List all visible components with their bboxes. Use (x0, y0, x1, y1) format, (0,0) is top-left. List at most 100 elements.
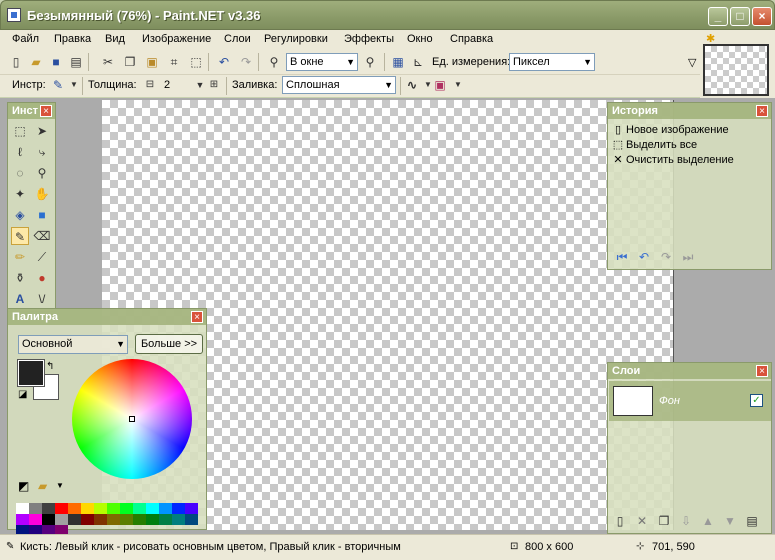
close-icon[interactable]: × (40, 105, 52, 117)
fast-forward-icon[interactable]: ⏭ (680, 249, 696, 265)
redo-icon[interactable]: ↷ (658, 249, 674, 265)
save-icon[interactable]: ■ (48, 54, 64, 70)
palette-swatch[interactable] (16, 503, 29, 514)
close-icon[interactable]: × (756, 105, 768, 117)
menu-view[interactable]: Вид (105, 33, 125, 45)
lasso-icon[interactable]: ℓ (11, 143, 29, 161)
palette-swatch[interactable] (42, 514, 55, 525)
palette-swatch[interactable] (55, 514, 68, 525)
palette-swatch[interactable] (185, 514, 198, 525)
color-picker-icon[interactable]: ⟋ (33, 248, 51, 266)
palette-swatch[interactable] (29, 503, 42, 514)
merge-layer-icon[interactable]: ⇩ (678, 513, 694, 529)
palette-swatch[interactable] (133, 514, 146, 525)
chevron-down-icon[interactable]: ▼ (66, 77, 82, 93)
rectangle-select-icon[interactable]: ⬚ (11, 122, 29, 140)
decrease-width-button[interactable]: ⊟ (142, 77, 158, 93)
close-button[interactable]: × (752, 7, 772, 26)
menu-help[interactable]: Справка (450, 33, 493, 45)
palette-swatch[interactable] (16, 514, 29, 525)
rewind-icon[interactable]: ⏮ (614, 249, 630, 265)
color-wheel[interactable] (72, 359, 192, 479)
move-selected-icon[interactable]: ⤷ (33, 143, 51, 161)
palette-swatch[interactable] (81, 503, 94, 514)
menu-file[interactable]: Файл (12, 33, 39, 45)
swap-colors-icon[interactable]: ↰ (46, 361, 54, 372)
layer-row[interactable]: Фон ✓ (609, 381, 771, 421)
layer-visibility-checkbox[interactable]: ✓ (750, 394, 763, 407)
history-item[interactable]: ⬚ Выделить все (612, 138, 697, 151)
duplicate-layer-icon[interactable]: ❐ (656, 513, 672, 529)
close-icon[interactable]: × (191, 311, 203, 323)
palette-icon[interactable]: ◩ (18, 479, 29, 493)
undo-icon[interactable]: ↶ (636, 249, 652, 265)
delete-layer-icon[interactable]: ✕ (634, 513, 650, 529)
move-up-icon[interactable]: ▲ (700, 513, 716, 529)
palette-swatch[interactable] (107, 503, 120, 514)
cut-icon[interactable]: ✂ (100, 54, 116, 70)
palette-swatch[interactable] (29, 514, 42, 525)
zoom-combo[interactable]: В окне ▼ (286, 53, 358, 71)
copy-icon[interactable]: ❐ (122, 54, 138, 70)
palette-mode-combo[interactable]: Основной ▼ (18, 335, 128, 354)
recolor-icon[interactable]: ● (33, 269, 51, 287)
palette-swatch[interactable] (172, 503, 185, 514)
menu-effects[interactable]: Эффекты (344, 33, 394, 45)
zoom-in-icon[interactable]: ⚲ (362, 54, 378, 70)
menu-edit[interactable]: Правка (54, 33, 91, 45)
more-button[interactable]: Больше >> (135, 334, 203, 354)
maximize-button[interactable]: □ (730, 7, 750, 26)
menu-layers[interactable]: Слои (224, 33, 251, 45)
text-icon[interactable]: A (11, 290, 29, 308)
palette-swatch[interactable] (146, 514, 159, 525)
primary-color-swatch[interactable] (17, 359, 45, 387)
blend-mode-icon[interactable]: ▣ (432, 77, 448, 93)
menu-adjustments[interactable]: Регулировки (264, 33, 328, 45)
history-item[interactable]: ✕ Очистить выделение (612, 153, 733, 166)
palette-menu-icon[interactable]: ▰ (38, 479, 47, 493)
eraser-icon[interactable]: ⌫ (33, 227, 51, 245)
zoom-icon[interactable]: ⚲ (33, 164, 51, 182)
palette-swatch[interactable] (94, 503, 107, 514)
grid-icon[interactable]: ▦ (390, 54, 406, 70)
print-icon[interactable]: ▤ (68, 54, 84, 70)
pencil-icon[interactable]: ✏ (11, 248, 29, 266)
units-combo[interactable]: Пиксел ▼ (509, 53, 595, 71)
palette-swatch[interactable] (120, 503, 133, 514)
close-icon[interactable]: × (756, 365, 768, 377)
undo-icon[interactable]: ↶ (216, 54, 232, 70)
paint-bucket-icon[interactable]: ◈ (11, 206, 29, 224)
palette-swatch[interactable] (159, 503, 172, 514)
line-curve-icon[interactable]: \/ (33, 290, 51, 308)
menu-image[interactable]: Изображение (142, 33, 211, 45)
zoom-out-icon[interactable]: ⚲ (266, 54, 282, 70)
width-value[interactable]: 2 (164, 79, 170, 91)
layer-properties-icon[interactable]: ▤ (744, 513, 760, 529)
antialiasing-icon[interactable]: ∿ (404, 77, 420, 93)
history-item[interactable]: ▯ Новое изображение (612, 123, 729, 136)
increase-width-button[interactable]: ⊞ (206, 77, 222, 93)
palette-swatch[interactable] (185, 503, 198, 514)
palette-swatch[interactable] (120, 514, 133, 525)
minimize-button[interactable]: _ (708, 7, 728, 26)
new-file-icon[interactable]: ▯ (8, 54, 24, 70)
pan-icon[interactable]: ✋ (33, 185, 51, 203)
brush-icon[interactable]: ✎ (50, 77, 66, 93)
palette-swatch[interactable] (68, 503, 81, 514)
palette-swatch[interactable] (172, 514, 185, 525)
ellipse-select-icon[interactable]: ◌ (11, 164, 29, 182)
open-folder-icon[interactable]: ▰ (28, 54, 44, 70)
rulers-icon[interactable]: ⊾ (410, 54, 426, 70)
overflow-icon[interactable]: ▽ (688, 56, 696, 69)
redo-icon[interactable]: ↷ (238, 54, 254, 70)
clone-stamp-icon[interactable]: ⚱ (11, 269, 29, 287)
deselect-icon[interactable]: ⬚ (188, 54, 204, 70)
add-layer-icon[interactable]: ▯ (612, 513, 628, 529)
crop-icon[interactable]: ⌗ (166, 54, 182, 70)
paintbrush-icon[interactable]: ✎ (11, 227, 29, 245)
chevron-down-icon[interactable]: ▼ (450, 77, 466, 93)
reset-colors-icon[interactable]: ◪ (18, 389, 27, 400)
paste-icon[interactable]: ▣ (144, 54, 160, 70)
magic-wand-icon[interactable]: ✦ (11, 185, 29, 203)
palette-swatch[interactable] (107, 514, 120, 525)
